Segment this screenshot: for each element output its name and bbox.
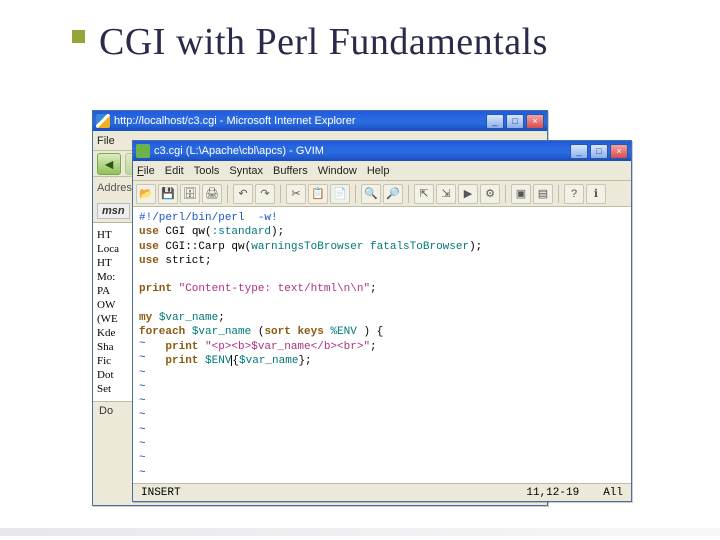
- toolbar-separator: [227, 185, 228, 203]
- run-script-icon[interactable]: ▶: [458, 184, 478, 204]
- menu-file[interactable]: File: [137, 165, 155, 177]
- minimize-button[interactable]: _: [570, 144, 588, 159]
- back-button[interactable]: ◄: [97, 153, 121, 175]
- find-help-icon[interactable]: ℹ: [586, 184, 606, 204]
- find-icon[interactable]: 🔍: [361, 184, 381, 204]
- browser-titlebar[interactable]: http://localhost/c3.cgi - Microsoft Inte…: [93, 111, 547, 131]
- editor-mode: INSERT: [141, 487, 181, 499]
- editor-menubar[interactable]: File Edit Tools Syntax Buffers Window He…: [133, 161, 631, 181]
- open-icon[interactable]: 📂: [136, 184, 156, 204]
- menu-help[interactable]: Help: [367, 165, 390, 177]
- maximize-button[interactable]: □: [506, 114, 524, 129]
- menu-syntax[interactable]: Syntax: [229, 165, 263, 177]
- editor-window-controls: _ □ ×: [570, 144, 628, 159]
- minimize-button[interactable]: _: [486, 114, 504, 129]
- browser-title-text: http://localhost/c3.cgi - Microsoft Inte…: [114, 115, 486, 127]
- editor-toolbar: 📂 💾 🗄 🖨 ↶ ↷ ✂ 📋 📄 🔍 🔎 ⇱ ⇲ ▶ ⚙: [133, 181, 631, 207]
- toolbar-separator: [408, 185, 409, 203]
- cut-icon[interactable]: ✂: [286, 184, 306, 204]
- find-next-icon[interactable]: 🔎: [383, 184, 403, 204]
- editor-titlebar[interactable]: c3.cgi (L:\Apache\cbl\apcs) - GVIM _ □ ×: [133, 141, 631, 161]
- editor-title-text: c3.cgi (L:\Apache\cbl\apcs) - GVIM: [154, 145, 570, 157]
- ie-icon: [96, 114, 110, 128]
- menu-file[interactable]: File: [97, 135, 115, 147]
- browser-window-controls: _ □ ×: [486, 114, 544, 129]
- scroll-percent: All: [603, 487, 623, 499]
- editor-window: c3.cgi (L:\Apache\cbl\apcs) - GVIM _ □ ×…: [132, 140, 632, 502]
- menu-tools[interactable]: Tools: [194, 165, 220, 177]
- slide: CGI with Perl Fundamentals http://localh…: [0, 0, 720, 540]
- title-row: CGI with Perl Fundamentals: [0, 0, 720, 74]
- gvim-icon: [136, 144, 150, 158]
- toolbar-separator: [558, 185, 559, 203]
- make-icon[interactable]: ⚙: [480, 184, 500, 204]
- menu-edit[interactable]: Edit: [165, 165, 184, 177]
- vim-empty-lines: ~ ~ ~ ~ ~ ~ ~ ~ ~ ~ ~ ~ ~: [139, 337, 146, 483]
- paste-icon[interactable]: 📄: [330, 184, 350, 204]
- status-text: Do: [99, 405, 113, 417]
- cursor-position: 11,12-19: [526, 487, 579, 499]
- shebang: #!/perl/bin/perl: [139, 212, 245, 224]
- msn-logo[interactable]: msn: [97, 203, 130, 219]
- toolbar-separator: [505, 185, 506, 203]
- save-session-icon[interactable]: ⇲: [436, 184, 456, 204]
- bullet-accent: [72, 30, 85, 43]
- print-icon[interactable]: 🖨: [202, 184, 222, 204]
- copy-icon[interactable]: 📋: [308, 184, 328, 204]
- close-button[interactable]: ×: [610, 144, 628, 159]
- undo-icon[interactable]: ↶: [233, 184, 253, 204]
- load-session-icon[interactable]: ⇱: [414, 184, 434, 204]
- shell-icon[interactable]: ▣: [511, 184, 531, 204]
- save-all-icon[interactable]: 🗄: [180, 184, 200, 204]
- help-icon[interactable]: ?: [564, 184, 584, 204]
- code-editor-body[interactable]: #!/perl/bin/perl -w! use CGI qw(:standar…: [133, 207, 631, 483]
- screenshot-canvas: http://localhost/c3.cgi - Microsoft Inte…: [92, 110, 632, 508]
- toolbar-separator: [280, 185, 281, 203]
- slide-title: CGI with Perl Fundamentals: [99, 20, 548, 64]
- editor-statusbar: INSERT 11,12-19 All: [133, 483, 631, 501]
- toolbar-separator: [355, 185, 356, 203]
- close-button[interactable]: ×: [526, 114, 544, 129]
- save-icon[interactable]: 💾: [158, 184, 178, 204]
- redo-icon[interactable]: ↷: [255, 184, 275, 204]
- menu-buffers[interactable]: Buffers: [273, 165, 308, 177]
- maximize-button[interactable]: □: [590, 144, 608, 159]
- tag-jump-icon[interactable]: ▤: [533, 184, 553, 204]
- menu-window[interactable]: Window: [318, 165, 357, 177]
- slide-footer-gradient: [0, 528, 720, 536]
